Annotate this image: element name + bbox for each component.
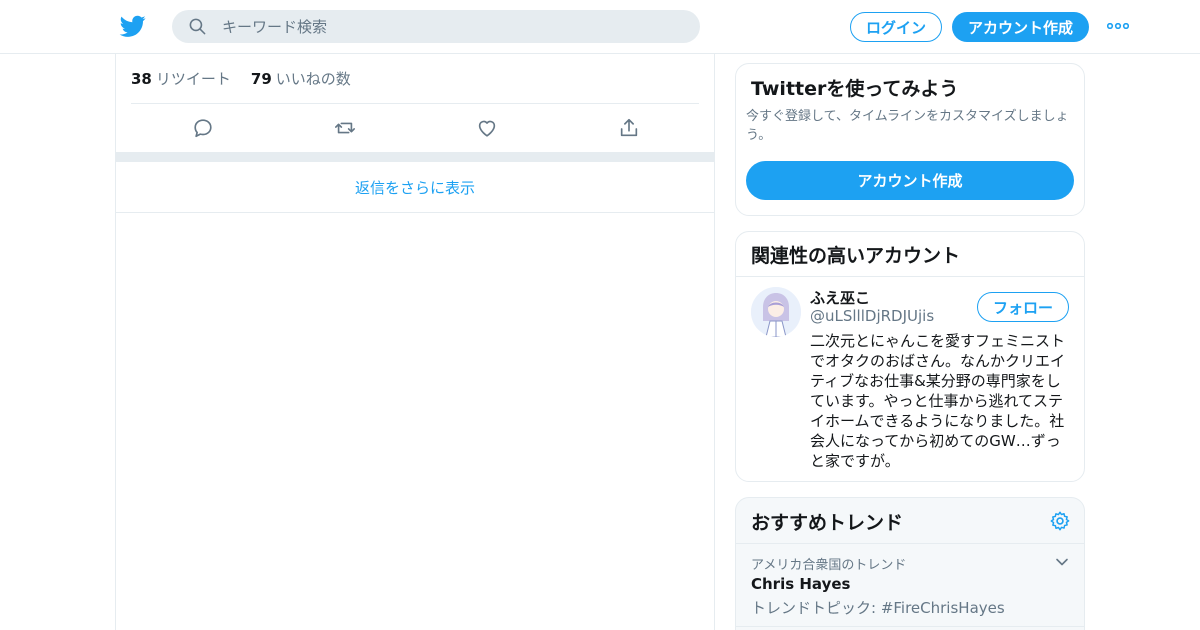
- retweet-icon[interactable]: [333, 116, 357, 140]
- like-stat[interactable]: 79 いいねの数: [251, 68, 351, 89]
- like-icon[interactable]: [475, 116, 499, 140]
- trends-card: おすすめトレンド アメリカ合衆国のトレンド Chris Hayes トレンドトピ…: [735, 497, 1085, 630]
- top-bar: ログイン アカウント作成: [0, 0, 1200, 54]
- follow-button[interactable]: フォロー: [977, 292, 1069, 322]
- tweet-actions: [116, 114, 716, 142]
- retweet-stat[interactable]: 38 リツイート: [131, 68, 231, 89]
- trend-description: トレンドトピック: #FireChrisHayes: [751, 599, 1005, 617]
- related-accounts-card: 関連性の高いアカウント ふえ巫こ @uLSlllDjRDJUjis フォロー 二…: [735, 231, 1085, 482]
- login-button[interactable]: ログイン: [850, 12, 942, 42]
- trend-item[interactable]: アメリカ合衆国のトレンド Chris Hayes トレンドトピック: #Fire…: [736, 544, 1084, 628]
- trend-context: アメリカ合衆国のトレンド: [751, 558, 907, 573]
- twitter-bird-icon[interactable]: [119, 13, 147, 39]
- reply-icon[interactable]: [191, 116, 215, 140]
- section-divider: [116, 152, 714, 162]
- signup-card-subtitle: 今すぐ登録して、タイムラインをカスタマイズしましょう。: [746, 109, 1069, 143]
- account-handle[interactable]: @uLSlllDjRDJUjis: [810, 307, 934, 325]
- avatar[interactable]: [751, 287, 801, 337]
- related-accounts-title: 関連性の高いアカウント: [751, 245, 961, 267]
- divider: [736, 626, 1084, 627]
- search-icon: [189, 18, 206, 35]
- signup-card-button[interactable]: アカウント作成: [746, 161, 1074, 200]
- show-more-replies-link[interactable]: 返信をさらに表示: [116, 162, 714, 213]
- account-name[interactable]: ふえ巫こ: [810, 287, 870, 308]
- tweet-stats: 38 リツイート 79 いいねの数: [131, 68, 351, 89]
- trends-title: おすすめトレンド: [751, 512, 904, 534]
- search-box[interactable]: [172, 10, 700, 43]
- account-bio: 二次元とにゃんこを愛すフェミニストでオタクのおばさん。なんかクリエイティブなお仕…: [810, 332, 1066, 470]
- chevron-down-icon[interactable]: [1054, 554, 1070, 570]
- signup-card: Twitterを使ってみよう 今すぐ登録して、タイムラインをカスタマイズしましょ…: [735, 63, 1085, 216]
- trend-name: Chris Hayes: [751, 575, 851, 593]
- tweet-column: 38 リツイート 79 いいねの数 返信をさらに表示: [115, 54, 715, 630]
- divider: [736, 276, 1084, 277]
- signup-card-title: Twitterを使ってみよう: [751, 78, 959, 100]
- more-dots-icon[interactable]: [1105, 16, 1131, 36]
- gear-icon[interactable]: [1049, 510, 1071, 532]
- share-icon[interactable]: [617, 116, 641, 140]
- search-input[interactable]: [222, 10, 682, 43]
- divider: [131, 103, 699, 104]
- signup-button[interactable]: アカウント作成: [952, 12, 1089, 42]
